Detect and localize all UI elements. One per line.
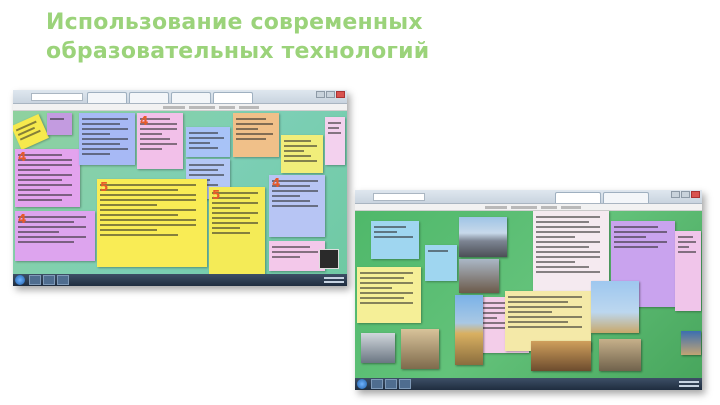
sticky-note[interactable] <box>47 113 72 135</box>
screenshot-right-padlet-board <box>355 190 702 390</box>
taskbar-clock <box>679 379 699 389</box>
photo-st-isaac-cathedral[interactable] <box>459 217 507 257</box>
maximize-icon[interactable] <box>681 191 690 198</box>
browser-menu-bar <box>13 104 347 111</box>
note-number: 4 <box>18 150 27 164</box>
padlet-wall-canvas: 4 4 4 5 5 4 <box>13 111 347 275</box>
sticky-note[interactable]: 5 <box>209 187 265 275</box>
minimize-icon[interactable] <box>316 91 325 98</box>
photo-building[interactable] <box>401 329 439 369</box>
photo-angel-spire[interactable] <box>591 281 639 333</box>
taskbar-app-icon[interactable] <box>57 275 69 285</box>
photo-interior[interactable] <box>531 341 591 371</box>
note-number: 4 <box>272 176 281 190</box>
photo-square[interactable] <box>361 333 395 363</box>
window-controls <box>671 191 700 198</box>
sticky-note[interactable]: 4 <box>269 175 325 237</box>
close-icon[interactable] <box>336 91 345 98</box>
photo-thumbnail[interactable] <box>681 331 701 355</box>
address-bar[interactable] <box>31 93 83 101</box>
sticky-note[interactable] <box>186 127 230 157</box>
sticky-note[interactable] <box>281 135 323 173</box>
slide-title-line-2: образовательных технологий <box>46 39 430 64</box>
browser-tab[interactable] <box>129 92 169 103</box>
slide-title: Использование современных образовательны… <box>46 8 566 66</box>
sticky-note[interactable] <box>425 245 457 281</box>
note-number: 4 <box>18 212 27 226</box>
sticky-note[interactable] <box>233 113 279 157</box>
sticky-note[interactable] <box>79 113 135 165</box>
taskbar-app-icon[interactable] <box>43 275 55 285</box>
sticky-note[interactable] <box>325 117 345 165</box>
sticky-note[interactable] <box>371 221 419 259</box>
browser-tab[interactable] <box>87 92 127 103</box>
sticky-note[interactable]: 4 <box>137 113 183 169</box>
taskbar-app-icon[interactable] <box>399 379 411 389</box>
sticky-note-large[interactable]: 5 <box>97 179 207 267</box>
maximize-icon[interactable] <box>326 91 335 98</box>
browser-tab-active[interactable] <box>213 92 253 103</box>
photo-embankment[interactable] <box>599 339 641 371</box>
browser-tab-active[interactable] <box>555 192 601 203</box>
browser-tab[interactable] <box>603 192 649 203</box>
taskbar-app-icon[interactable] <box>385 379 397 389</box>
padlet-wall-canvas <box>355 211 702 378</box>
screenshot-left-padlet-board: 4 4 4 5 5 4 <box>13 90 347 286</box>
browser-menu-bar <box>355 204 702 211</box>
browser-toolbar <box>13 90 347 104</box>
photo-landmark[interactable] <box>459 259 499 293</box>
minimize-icon[interactable] <box>671 191 680 198</box>
sticky-note-corner[interactable] <box>13 114 49 150</box>
note-number: 4 <box>140 114 149 128</box>
sticky-note[interactable] <box>675 231 701 311</box>
windows-taskbar <box>355 378 702 390</box>
start-button-icon[interactable] <box>357 379 367 389</box>
close-icon[interactable] <box>691 191 700 198</box>
note-number: 5 <box>212 188 221 202</box>
sticky-note[interactable] <box>357 267 421 323</box>
sticky-note[interactable]: 4 <box>15 211 95 261</box>
browser-tab[interactable] <box>171 92 211 103</box>
browser-toolbar <box>355 190 702 204</box>
taskbar-clock <box>324 275 344 285</box>
window-controls <box>316 91 345 98</box>
sticky-note[interactable] <box>269 241 325 271</box>
taskbar-app-icon[interactable] <box>29 275 41 285</box>
windows-taskbar <box>13 274 347 286</box>
image-thumbnail[interactable] <box>319 249 339 269</box>
address-bar[interactable] <box>373 193 425 201</box>
photo-peter-and-paul-cathedral[interactable] <box>455 295 483 365</box>
note-number: 5 <box>100 180 109 194</box>
slide-title-line-1: Использование современных <box>46 10 423 35</box>
taskbar-app-icon[interactable] <box>371 379 383 389</box>
sticky-note[interactable]: 4 <box>15 149 80 207</box>
start-button-icon[interactable] <box>15 275 25 285</box>
